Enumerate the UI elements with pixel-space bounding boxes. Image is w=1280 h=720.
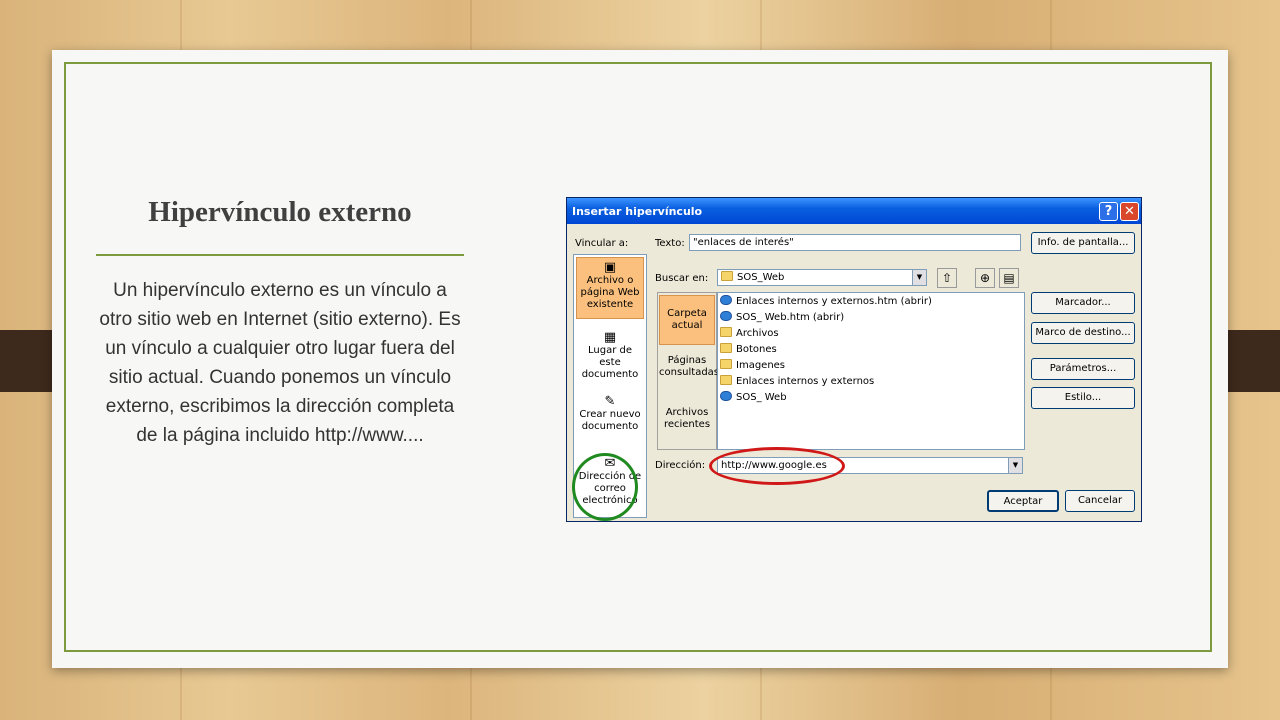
style-button[interactable]: Estilo... — [1031, 387, 1135, 409]
slide-title: Hipervínculo externo — [148, 196, 412, 228]
insert-hyperlink-dialog: Insertar hipervínculo ? ✕ Vincular a: Te… — [566, 197, 1142, 522]
folder-icon — [720, 343, 732, 353]
parameters-button[interactable]: Parámetros... — [1031, 358, 1135, 380]
look-in-label: Buscar en: — [655, 273, 709, 284]
list-item[interactable]: Archivos — [720, 326, 779, 342]
view-panel: Carpeta actual Páginas consultadas Archi… — [657, 292, 719, 450]
up-folder-icon[interactable]: ⇧ — [937, 268, 957, 288]
browse-file-icon[interactable]: ▤ — [999, 268, 1019, 288]
view-recent-files[interactable]: Archivos recientes — [659, 407, 715, 437]
address-highlight-ring — [709, 447, 845, 485]
left-strap — [0, 330, 56, 392]
file-name: Archivos — [736, 328, 779, 339]
address-label: Dirección: — [655, 460, 706, 471]
folder-icon — [720, 327, 732, 337]
folder-icon — [720, 359, 732, 369]
address-chevron-down-icon[interactable]: ▼ — [1008, 458, 1022, 473]
look-in-dropdown[interactable]: SOS_Web — [717, 269, 927, 286]
web-file-icon — [720, 295, 732, 305]
web-file-icon — [720, 391, 732, 401]
text-label: Texto: — [655, 238, 685, 249]
text-input[interactable]: "enlaces de interés" — [689, 234, 1021, 251]
screen-info-button[interactable]: Info. de pantalla... — [1031, 232, 1135, 254]
slide-body-text: Un hipervínculo externo es un vínculo a … — [99, 280, 461, 446]
link-target-label: Crear nuevo documento — [579, 409, 641, 432]
look-in-value: SOS_Web — [737, 272, 785, 283]
file-name: SOS_ Web.htm (abrir) — [736, 312, 845, 323]
link-target-label: Lugar de este documento — [581, 345, 639, 380]
file-name: Imagenes — [736, 360, 786, 371]
link-target-existing-file[interactable]: ▣ Archivo o página Web existente — [576, 257, 644, 319]
email-highlight-ring — [572, 453, 638, 521]
target-frame-button[interactable]: Marco de destino... — [1031, 322, 1135, 344]
ok-button[interactable]: Aceptar — [987, 490, 1059, 512]
file-name: Enlaces internos y externos.htm (abrir) — [736, 296, 932, 307]
view-current-folder[interactable]: Carpeta actual — [659, 295, 715, 345]
dialog-title: Insertar hipervínculo — [572, 205, 703, 218]
list-item[interactable]: Enlaces internos y externos — [720, 374, 874, 390]
link-target-new-document[interactable]: ✎ Crear nuevo documento — [576, 395, 644, 445]
help-button[interactable]: ? — [1099, 202, 1118, 221]
web-page-icon: ▣ — [603, 260, 617, 275]
link-target-place-in-document[interactable]: ▦ Lugar de este documento — [576, 331, 644, 381]
folder-icon — [721, 271, 733, 281]
file-name: SOS_ Web — [736, 392, 787, 403]
list-item[interactable]: Imagenes — [720, 358, 785, 374]
file-list: Enlaces internos y externos.htm (abrir) … — [717, 292, 1025, 450]
link-target-label: Archivo o página Web existente — [580, 275, 640, 310]
document-place-icon: ▦ — [603, 330, 617, 345]
bookmark-button[interactable]: Marcador... — [1031, 292, 1135, 314]
view-browsed-pages[interactable]: Páginas consultadas — [659, 355, 719, 385]
list-item[interactable]: SOS_ Web.htm (abrir) — [720, 310, 844, 326]
look-in-chevron-down-icon[interactable]: ▼ — [912, 270, 926, 285]
title-divider — [96, 254, 464, 256]
close-button[interactable]: ✕ — [1120, 202, 1139, 221]
folder-icon — [720, 375, 732, 385]
web-file-icon — [720, 311, 732, 321]
list-item[interactable]: SOS_ Web — [720, 390, 787, 406]
link-to-label: Vincular a: — [575, 238, 629, 249]
file-name: Enlaces internos y externos — [736, 376, 875, 387]
search-web-icon[interactable]: ⊕ — [975, 268, 995, 288]
list-item[interactable]: Enlaces internos y externos.htm (abrir) — [720, 294, 932, 310]
dialog-titlebar[interactable]: Insertar hipervínculo ? ✕ — [567, 198, 1141, 224]
list-item[interactable]: Botones — [720, 342, 777, 358]
cancel-button[interactable]: Cancelar — [1065, 490, 1135, 512]
new-document-icon: ✎ — [604, 394, 616, 409]
file-name: Botones — [736, 344, 777, 355]
